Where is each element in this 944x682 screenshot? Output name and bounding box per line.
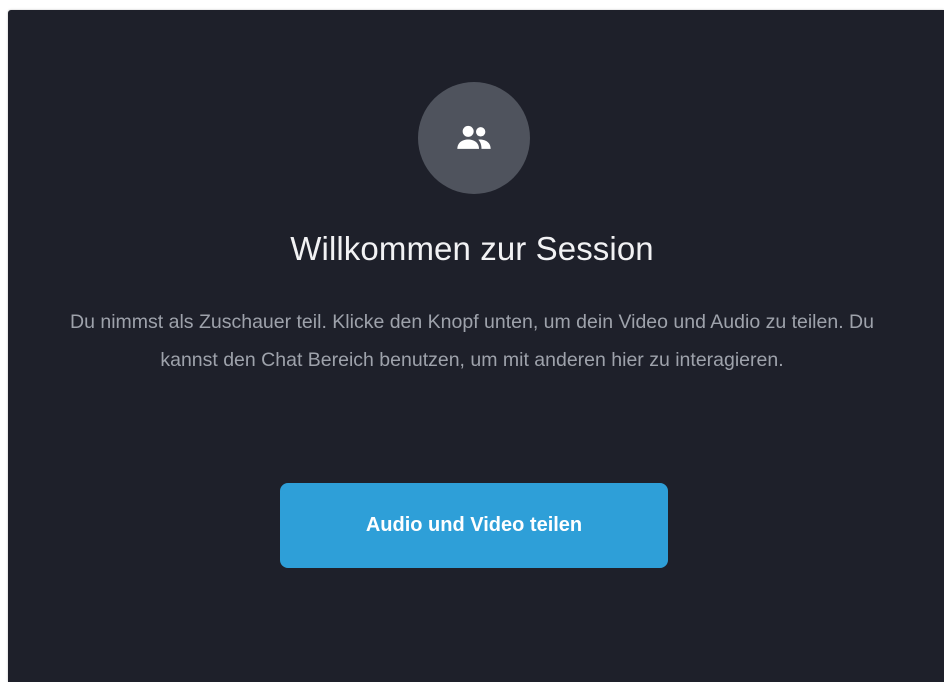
participants-avatar (418, 82, 530, 194)
share-audio-video-button[interactable]: Audio und Video teilen (280, 483, 668, 568)
page-title: Willkommen zur Session (290, 230, 654, 267)
session-description: Du nimmst als Zuschauer teil. Klicke den… (70, 311, 874, 371)
users-icon (457, 125, 491, 149)
